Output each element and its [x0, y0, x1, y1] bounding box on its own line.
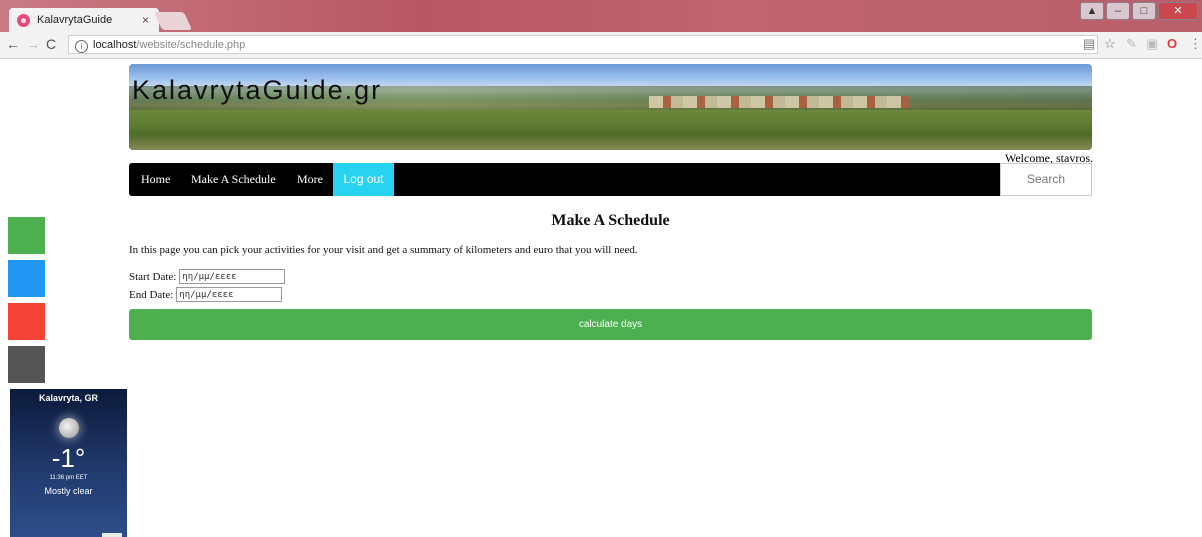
weather-time: 11:36 pm EET [49, 475, 88, 481]
share-button-green[interactable] [8, 217, 45, 254]
new-tab-button[interactable] [153, 12, 193, 30]
close-window-icon[interactable]: ✕ [1158, 2, 1198, 20]
url-input[interactable]: i localhost/website/schedule.php [68, 35, 1098, 54]
extension-icon[interactable]: ✎ [1126, 36, 1137, 52]
menu-icon[interactable]: ⋮ [1189, 36, 1202, 52]
nav-logout[interactable]: Log out [333, 163, 394, 196]
end-date-row: End Date: ηη/μμ/εεεε [129, 287, 283, 302]
maximize-icon[interactable]: □ [1132, 2, 1156, 20]
nav-more[interactable]: More [297, 163, 323, 196]
browser-tab[interactable]: ☻ KalavrytaGuide × [9, 8, 159, 32]
url-host: localhost [93, 39, 137, 51]
browser-tab-strip: ☻ KalavrytaGuide × ▲ – □ ✕ [0, 0, 1202, 32]
window-controls: ▲ – □ ✕ [1080, 2, 1198, 20]
bookmark-star-icon[interactable]: ☆ [1104, 36, 1116, 52]
forward-arrow-icon[interactable]: → [26, 36, 40, 52]
translate-icon[interactable]: ▤ [1083, 36, 1095, 52]
calculate-days-button[interactable]: calculate days [129, 309, 1092, 340]
reload-icon[interactable]: C [46, 36, 56, 52]
user-icon[interactable]: ▲ [1080, 2, 1104, 20]
header-banner: KalavrytaGuide.gr [129, 64, 1092, 150]
url-path: /website/schedule.php [136, 39, 246, 51]
moon-icon [58, 418, 79, 438]
site-favicon-icon: ☻ [17, 13, 30, 27]
start-date-input[interactable]: ηη/μμ/εεεε [179, 269, 286, 284]
start-date-label: Start Date: [129, 270, 177, 283]
share-button-gray[interactable] [8, 346, 45, 383]
weather-widget[interactable]: Kalavryta, GR -1° 11:36 pm EET Mostly cl… [10, 389, 127, 537]
widget-corner [102, 533, 122, 537]
page-title: Make A Schedule [551, 212, 670, 229]
intro-text: In this page you can pick your activitie… [129, 244, 638, 256]
search-input[interactable]: Search [1000, 163, 1092, 196]
weather-temperature: -1° [51, 443, 86, 473]
minimize-icon[interactable]: – [1106, 2, 1130, 20]
opera-icon[interactable]: O [1167, 36, 1177, 51]
weather-condition: Mostly clear [44, 486, 93, 496]
end-date-input[interactable]: ηη/μμ/εεεε [176, 287, 283, 302]
address-toolbar: ← → C i localhost/website/schedule.php ▤ … [0, 32, 1202, 59]
back-arrow-icon[interactable]: ← [6, 36, 20, 52]
share-button-red[interactable] [8, 303, 45, 340]
end-date-label: End Date: [129, 288, 174, 301]
site-logo-title[interactable]: KalavrytaGuide.gr [132, 75, 382, 106]
nav-make-schedule[interactable]: Make A Schedule [191, 163, 276, 196]
weather-location: Kalavryta, GR [38, 393, 99, 403]
extension-icon[interactable]: ▣ [1146, 36, 1158, 52]
main-navbar: Home Make A Schedule More Log out Search [129, 163, 1092, 196]
info-icon[interactable]: i [75, 40, 88, 53]
start-date-row: Start Date: ηη/μμ/εεεε [129, 269, 286, 284]
share-button-blue[interactable] [8, 260, 45, 297]
tab-title: KalavrytaGuide [37, 14, 113, 26]
tab-close-icon[interactable]: × [142, 13, 149, 27]
nav-home[interactable]: Home [141, 163, 170, 196]
